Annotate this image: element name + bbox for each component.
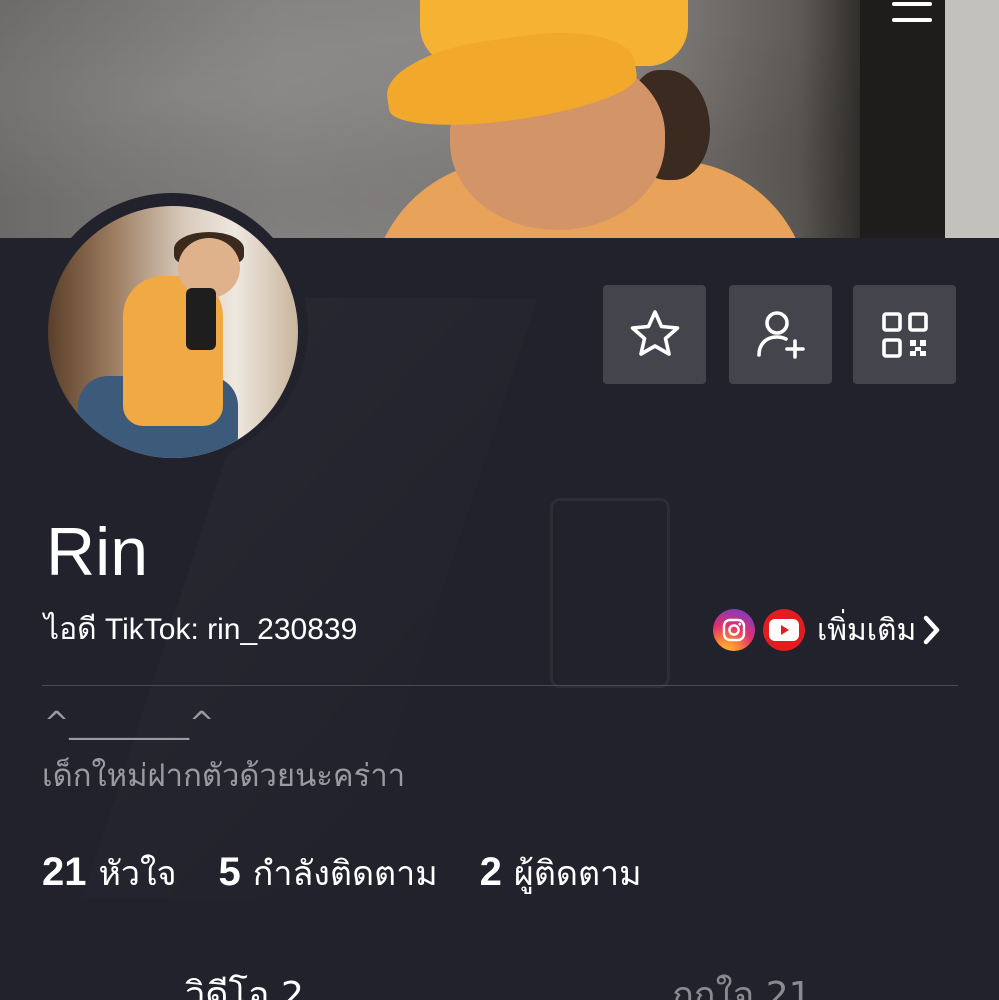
- instagram-icon[interactable]: [713, 609, 755, 651]
- stat-label: กำลังติดตาม: [252, 854, 438, 894]
- qr-code-icon: [881, 311, 928, 358]
- tiktok-id: ไอดี TikTok: rin_230839: [44, 613, 358, 646]
- favorite-button[interactable]: [603, 285, 706, 384]
- stat-following[interactable]: 5 กำลังติดตาม: [219, 846, 438, 900]
- qr-code-button[interactable]: [853, 285, 956, 384]
- tab-liked[interactable]: ถูกใจ 21: [672, 976, 812, 1000]
- stat-label: ผู้ติดตาม: [513, 854, 642, 894]
- content-tabs: วิดีโอ 2 ถูกใจ 21: [0, 970, 999, 1000]
- chevron-right-icon: [924, 615, 940, 645]
- stat-followers[interactable]: 2 ผู้ติดตาม: [480, 846, 642, 900]
- stat-label: หัวใจ: [98, 854, 177, 894]
- youtube-icon[interactable]: [763, 609, 805, 651]
- tab-videos[interactable]: วิดีโอ 2: [185, 976, 304, 1000]
- bio-line: เด็กใหม่ฝากตัวด้วยนะคร่าา: [42, 758, 406, 794]
- hamburger-menu-icon[interactable]: [884, 0, 940, 32]
- profile-stats: 21 หัวใจ 5 กำลังติดตาม 2 ผู้ติดตาม: [42, 850, 684, 896]
- follow-button[interactable]: [729, 285, 832, 384]
- social-links: เพิ่มเติม: [713, 609, 942, 651]
- bio-line: ^________^: [44, 706, 215, 741]
- divider: [42, 685, 958, 686]
- avatar[interactable]: [48, 206, 298, 458]
- star-icon: [630, 309, 679, 356]
- more-link[interactable]: เพิ่มเติม: [817, 607, 942, 654]
- stat-likes[interactable]: 21 หัวใจ: [42, 846, 177, 900]
- stat-value: 5: [218, 850, 241, 894]
- stat-value: 21: [42, 850, 87, 894]
- add-user-icon: [756, 310, 805, 359]
- stat-value: 2: [479, 850, 502, 894]
- more-label: เพิ่มเติม: [817, 613, 917, 647]
- profile-name: Rin: [46, 514, 149, 590]
